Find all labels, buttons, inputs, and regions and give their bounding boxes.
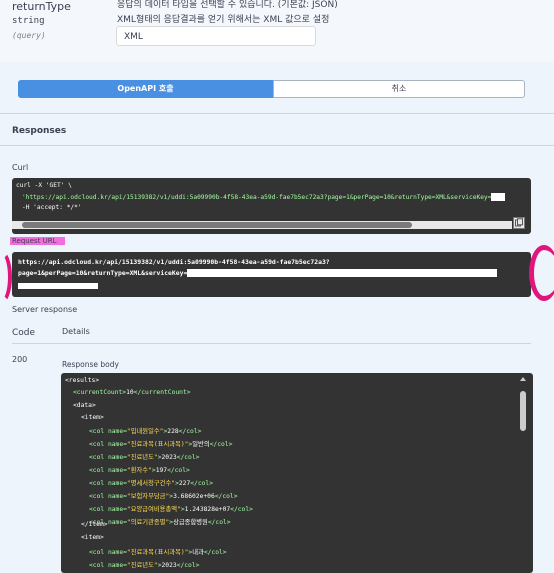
xml-col-line: <col name="환자수">197</col> (89, 467, 190, 474)
xml-col-line: <col name="명세서청구건수">227</col> (89, 480, 213, 487)
redacted-key (491, 193, 506, 201)
redacted-key (18, 283, 98, 289)
server-response-title: Server response (12, 305, 78, 314)
request-url-line-1: https://api.odcloud.kr/api/15139382/v1/u… (18, 258, 330, 266)
request-url-label: Request URL (10, 237, 65, 245)
annotation-bracket-left (0, 250, 12, 304)
execute-button[interactable]: OpenAPI 호출 (18, 80, 273, 98)
horizontal-scrollbar[interactable] (12, 221, 512, 229)
responses-title: Responses (12, 126, 67, 136)
xml-col-line: <col name="진료과목(표시과목)">일반의</col> (89, 441, 233, 448)
clear-button[interactable]: 취소 (273, 80, 525, 98)
xml-line: <currentCount>10</currentCount> (73, 389, 191, 396)
divider (12, 343, 531, 344)
parameter-row: returnType string (query) 응답의 데이터 타입을 선택… (0, 0, 554, 62)
param-description-line2: XML형태의 응답결과를 얻기 위해서는 XML 값으로 설정 (117, 15, 330, 25)
curl-label: Curl (12, 163, 29, 172)
xml-line: <item> (81, 534, 104, 541)
vertical-scrollbar[interactable] (519, 375, 527, 566)
xml-col-line: <col name="진료과목(표시과목)">내과</col> (89, 549, 227, 556)
request-url-line-2: page=1&perPage=10&returnType=XML&service… (18, 269, 188, 277)
xml-col-line: <col name="의료기관종별">상급종합병원</col> (89, 519, 231, 526)
xml-col-line: <col name="입내원일수">228</col> (89, 428, 202, 435)
curl-line-3: -H 'accept: */*' (22, 204, 82, 211)
xml-line: <item> (81, 414, 104, 421)
column-header-details: Details (62, 327, 90, 336)
xml-col-line: <col name="진료년도">2023</col> (89, 454, 200, 461)
param-name: returnType (12, 0, 71, 13)
request-url-block[interactable]: https://api.odcloud.kr/api/15139382/v1/u… (12, 252, 531, 297)
scroll-up-arrow-icon[interactable] (520, 377, 526, 381)
xml-col-line: <col name="진료년도">2023</col> (89, 562, 200, 569)
column-header-code: Code (12, 328, 36, 338)
return-type-input[interactable]: XML (116, 26, 316, 46)
param-type: string (12, 16, 45, 26)
curl-line-2: 'https://api.odcloud.kr/api/15139382/v1/… (22, 194, 492, 201)
divider (0, 145, 554, 146)
xml-line: <results> (65, 377, 100, 384)
xml-col-line: <col name="요양급여비용총액">1.243828e+07</col> (89, 506, 253, 513)
xml-line: <data> (73, 402, 96, 409)
xml-line: </item> (81, 521, 108, 528)
xml-col-line: <col name="보험자부담금">3.68602e+06</col> (89, 493, 238, 500)
curl-line-1: curl -X 'GET' \ (16, 182, 72, 189)
param-location: (query) (12, 31, 46, 40)
annotation-bracket-right (529, 245, 554, 301)
status-code: 200 (12, 355, 28, 364)
divider (0, 113, 554, 114)
param-description-line1: 응답의 데이터 타입을 선택할 수 있습니다. (기본값: JSON) (117, 0, 338, 10)
scrollbar-thumb[interactable] (520, 391, 526, 431)
scrollbar-thumb[interactable] (22, 222, 412, 228)
response-body-label: Response body (62, 360, 119, 369)
redacted-key (187, 269, 498, 277)
copy-icon[interactable] (513, 217, 525, 229)
response-body-block[interactable]: <results> <currentCount>10</currentCount… (61, 373, 533, 573)
